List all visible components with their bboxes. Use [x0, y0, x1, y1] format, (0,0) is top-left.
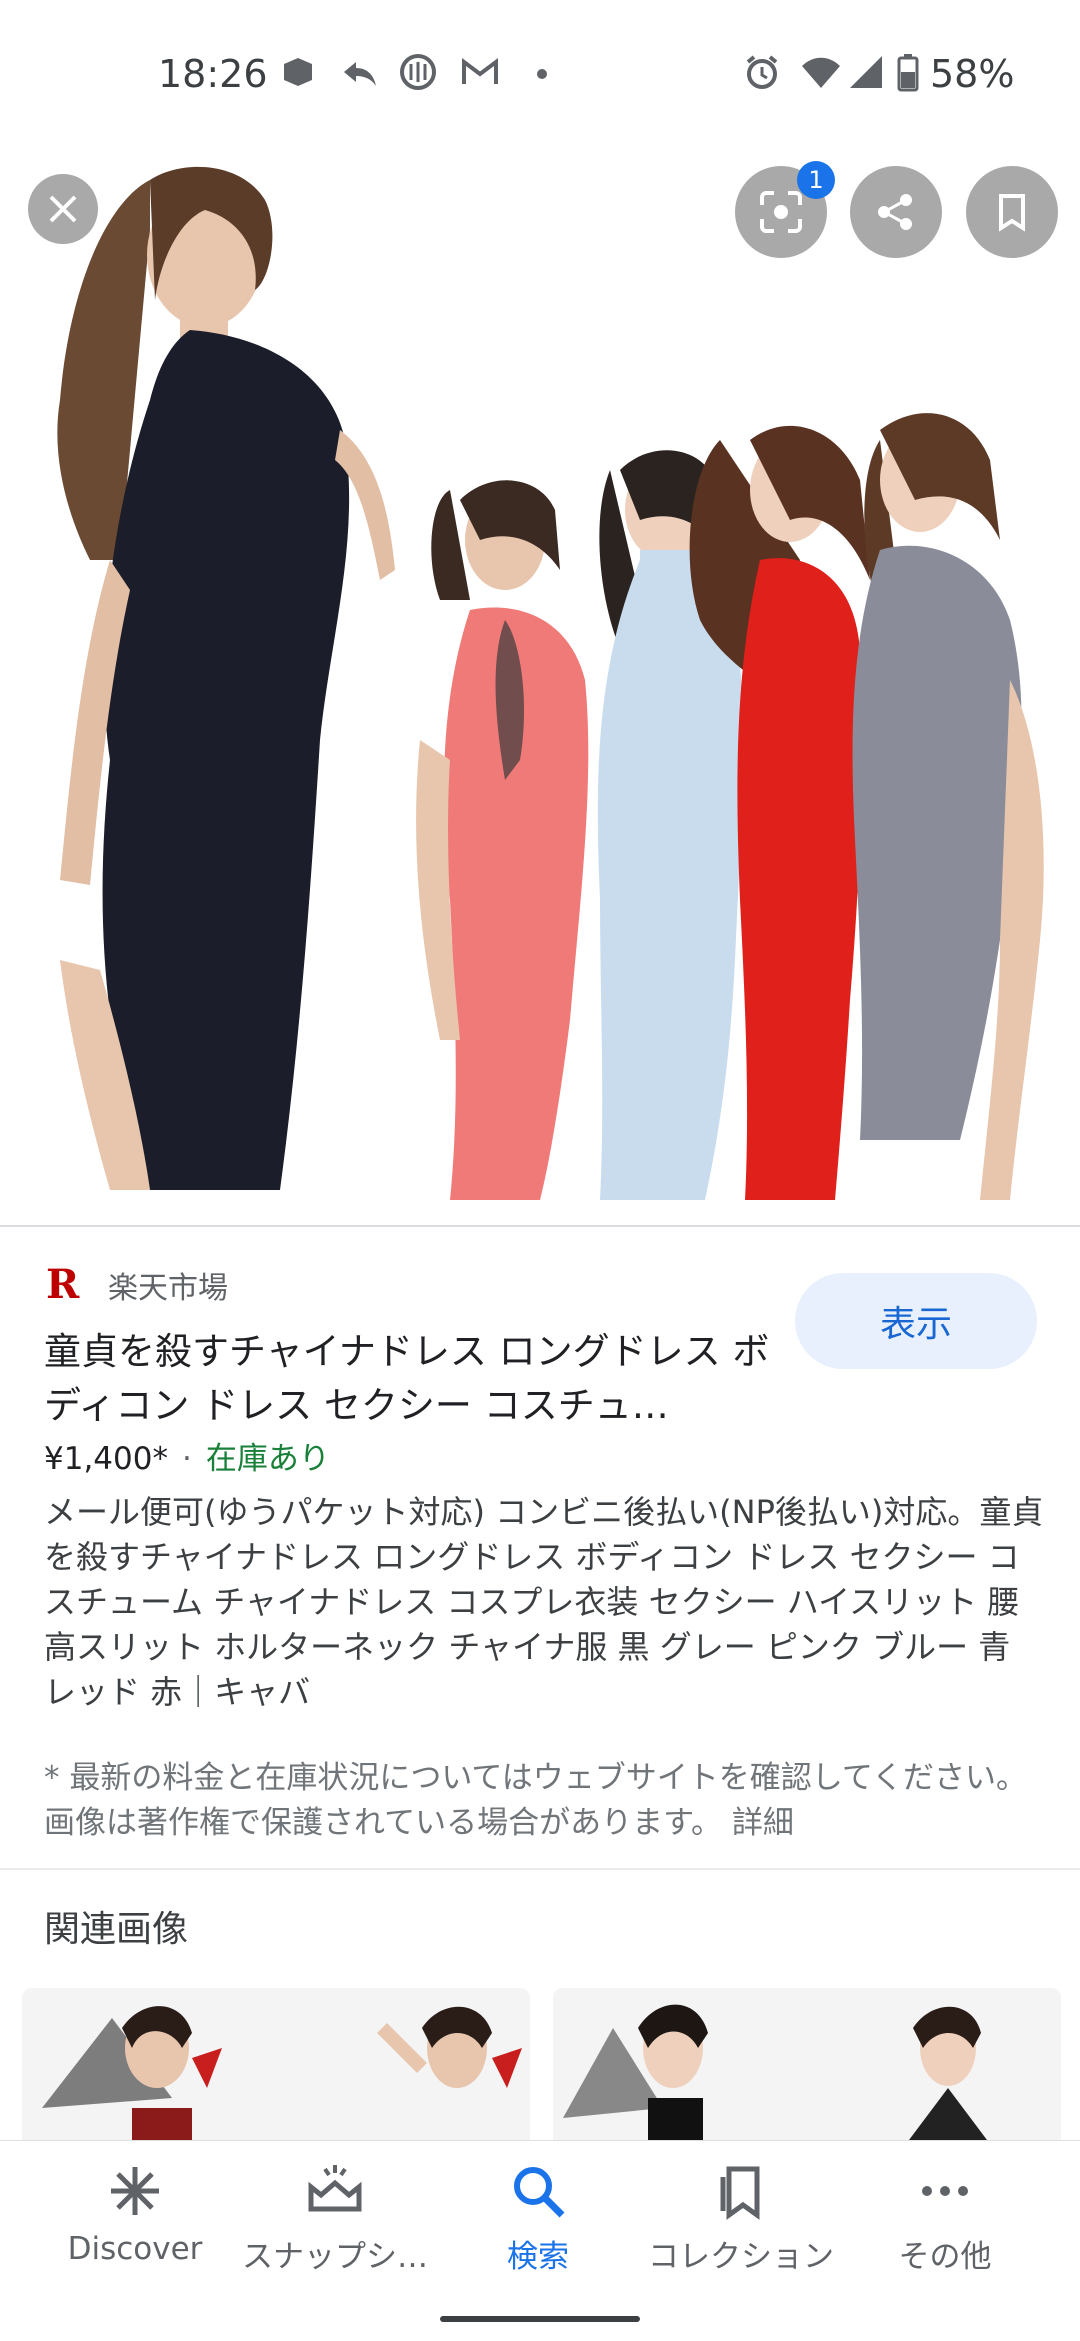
signal-icon [848, 52, 886, 92]
nav-collections[interactable]: コレクション [641, 2151, 841, 2276]
dot-icon [532, 52, 552, 92]
description: メール便可(ゆうパケット対応) コンビニ後払い(NP後払い)対応。童貞を殺すチャ… [44, 1493, 1044, 1711]
price-row: ¥1,400* · 在庫あり [44, 1436, 330, 1482]
nav-label: 検索 [507, 2239, 569, 2275]
nav-more[interactable]: その他 [845, 2151, 1045, 2276]
status-bar: 18:26 58% [0, 0, 1080, 150]
battery-percent: 58% [930, 52, 1015, 96]
separator: · [181, 1441, 192, 1477]
nav-snapshot[interactable]: スナップシ… [235, 2151, 435, 2276]
bookmark-icon [999, 194, 1025, 232]
nav-label: コレクション [648, 2239, 834, 2275]
price: ¥1,400* [44, 1441, 168, 1477]
lens-icon [760, 191, 802, 233]
more-icon [845, 2151, 1045, 2231]
result-title[interactable]: 童貞を殺すチャイナドレス ロングドレス ボディコン ドレス セクシー コスチュ… [44, 1325, 774, 1433]
share-button[interactable] [850, 166, 942, 258]
share-icon [878, 194, 912, 230]
reply-icon [340, 52, 380, 92]
copyright-note[interactable]: * 最新の料金と在庫状況についてはウェブサイトを確認してください。 画像は著作権… [44, 1756, 1044, 1846]
wifi-icon [800, 52, 842, 92]
model-grey-dress [852, 413, 1044, 1200]
model-pink-dress [416, 480, 589, 1200]
save-button[interactable] [966, 166, 1058, 258]
source-name: 楽天市場 [108, 1271, 228, 1306]
close-button[interactable] [28, 174, 98, 244]
close-icon [49, 195, 77, 223]
nav-label: その他 [898, 2239, 992, 2275]
gmail-icon [460, 52, 500, 92]
model-black-dress [57, 166, 395, 1190]
divider [0, 1868, 1080, 1870]
divider [0, 1225, 1080, 1227]
view-button[interactable]: 表示 [795, 1273, 1037, 1369]
notification-app-icon [278, 52, 318, 92]
source-row[interactable]: R 楽天市場 [46, 1263, 228, 1307]
nav-search[interactable]: 検索 [438, 2151, 638, 2276]
discover-icon [35, 2151, 235, 2231]
snapshot-icon [235, 2151, 435, 2231]
lens-badge: 1 [797, 161, 835, 199]
rakuten-logo: R [46, 1261, 80, 1308]
nav-label: スナップシ… [242, 2239, 428, 2275]
related-images-title: 関連画像 [44, 1909, 189, 1950]
related-image-1[interactable] [22, 1988, 530, 2148]
collections-icon [641, 2151, 841, 2231]
alarm-icon [742, 52, 782, 92]
meeting-app-icon [398, 52, 438, 92]
nav-discover[interactable]: Discover [35, 2151, 235, 2267]
home-indicator[interactable] [440, 2316, 640, 2322]
bottom-nav: Discover スナップシ… 検索 コレクション その他 [0, 2140, 1080, 2341]
product-image[interactable] [0, 140, 1080, 1225]
related-image-2[interactable] [553, 1988, 1061, 2148]
battery-icon [896, 52, 920, 92]
status-time: 18:26 [158, 52, 268, 96]
search-icon [438, 2151, 638, 2231]
nav-label: Discover [67, 2231, 203, 2267]
stock-status: 在庫あり [205, 1441, 330, 1477]
